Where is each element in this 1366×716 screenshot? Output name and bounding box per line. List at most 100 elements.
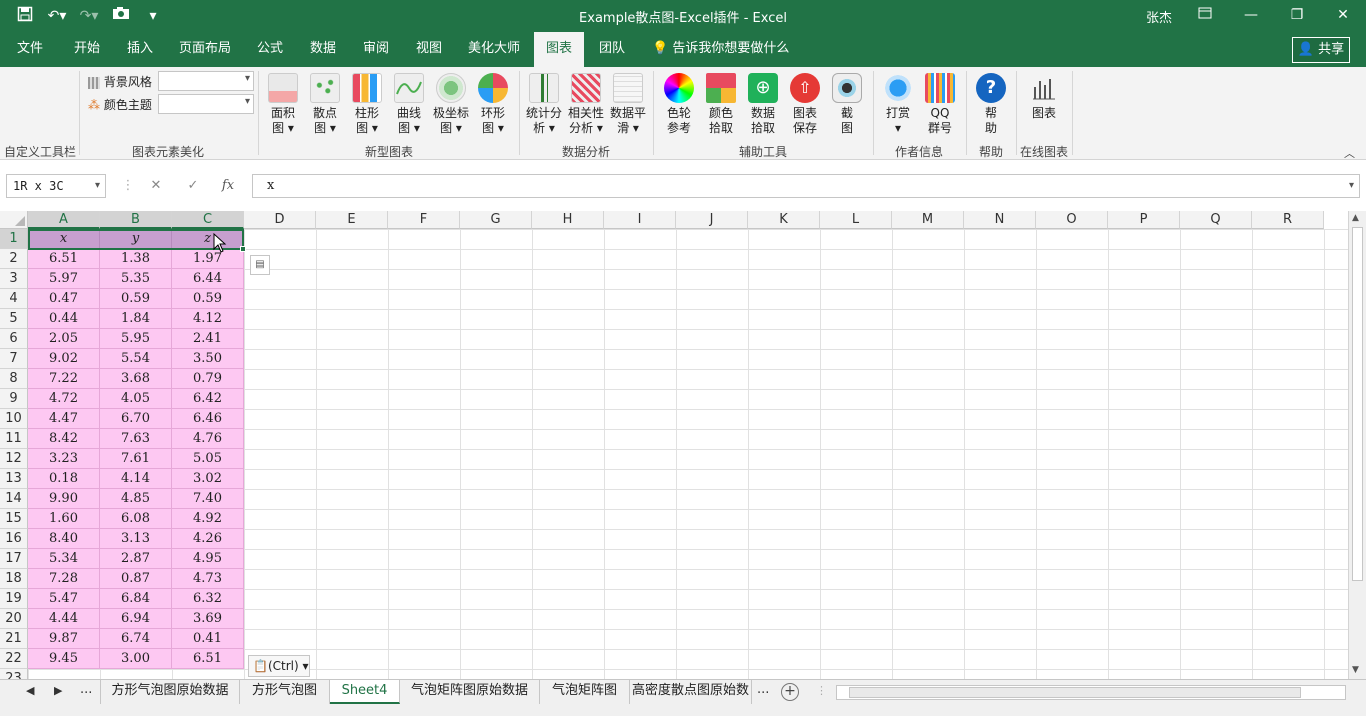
row-header-11[interactable]: 11 [0, 429, 28, 449]
table-cell[interactable]: 9.90 [28, 489, 100, 509]
column-header-o[interactable]: O [1036, 211, 1108, 229]
row-header-22[interactable]: 22 [0, 649, 28, 669]
row-header-5[interactable]: 5 [0, 309, 28, 329]
row-header-15[interactable]: 15 [0, 509, 28, 529]
screenshot-button[interactable]: 截 图 [828, 73, 866, 136]
tell-me-search[interactable]: 💡 告诉我你想要做什么 [652, 32, 789, 67]
insert-function-icon[interactable]: fx [216, 174, 240, 198]
table-cell[interactable]: 4.26 [172, 529, 244, 549]
table-cell[interactable]: 9.02 [28, 349, 100, 369]
table-cell[interactable]: 6.84 [100, 589, 172, 609]
color-theme-dropdown[interactable] [158, 94, 254, 114]
table-cell[interactable]: 7.63 [100, 429, 172, 449]
sheet-tab-active[interactable]: Sheet4 [330, 680, 400, 704]
table-cell[interactable]: 7.61 [100, 449, 172, 469]
color-picker-button[interactable]: 颜色 拾取 [702, 73, 740, 136]
table-cell[interactable]: 8.40 [28, 529, 100, 549]
column-header-k[interactable]: K [748, 211, 820, 229]
row-header-21[interactable]: 21 [0, 629, 28, 649]
tab-home[interactable]: 开始 [64, 32, 110, 67]
row-header-12[interactable]: 12 [0, 449, 28, 469]
tab-data[interactable]: 数据 [300, 32, 346, 67]
table-cell[interactable]: 3.02 [172, 469, 244, 489]
table-cell[interactable]: 0.44 [28, 309, 100, 329]
row-header-16[interactable]: 16 [0, 529, 28, 549]
column-header-m[interactable]: M [892, 211, 964, 229]
tab-team[interactable]: 团队 [589, 32, 635, 67]
table-cell[interactable]: 0.59 [100, 289, 172, 309]
table-cell[interactable]: 4.85 [100, 489, 172, 509]
table-cell[interactable]: 2.05 [28, 329, 100, 349]
vertical-scroll-thumb[interactable] [1352, 227, 1363, 581]
table-cell[interactable]: 6.46 [172, 409, 244, 429]
restore-icon[interactable]: ❐ [1274, 0, 1320, 32]
minimize-icon[interactable]: — [1228, 0, 1274, 32]
table-cell[interactable]: 9.87 [28, 629, 100, 649]
table-cell[interactable]: 0.41 [172, 629, 244, 649]
column-header-p[interactable]: P [1108, 211, 1180, 229]
column-header-d[interactable]: D [244, 211, 316, 229]
table-cell[interactable]: 1.38 [100, 249, 172, 269]
table-cell[interactable]: 4.72 [28, 389, 100, 409]
table-cell[interactable]: 8.42 [28, 429, 100, 449]
column-header-f[interactable]: F [388, 211, 460, 229]
table-cell[interactable]: 4.92 [172, 509, 244, 529]
table-cell[interactable]: 1.84 [100, 309, 172, 329]
row-header-1[interactable]: 1 [0, 229, 28, 249]
fill-handle[interactable] [240, 246, 246, 252]
table-cell[interactable]: 6.74 [100, 629, 172, 649]
column-header-e[interactable]: E [316, 211, 388, 229]
row-header-17[interactable]: 17 [0, 549, 28, 569]
table-cell[interactable]: 6.08 [100, 509, 172, 529]
row-header-2[interactable]: 2 [0, 249, 28, 269]
scatter-chart-button[interactable]: 散点 图 ▾ [306, 73, 344, 136]
table-cell[interactable]: 5.35 [100, 269, 172, 289]
table-cell[interactable]: 5.95 [100, 329, 172, 349]
table-cell[interactable]: 0.18 [28, 469, 100, 489]
collapse-ribbon-icon[interactable]: ︿ [1344, 145, 1355, 161]
column-header-a[interactable]: A [28, 211, 100, 229]
tab-insert[interactable]: 插入 [117, 32, 163, 67]
smoothing-button[interactable]: 数据平 滑 ▾ [608, 73, 648, 136]
tab-split-icon[interactable]: ⋮ [816, 684, 827, 697]
table-cell[interactable]: 3.69 [172, 609, 244, 629]
row-header-8[interactable]: 8 [0, 369, 28, 389]
scroll-up-icon[interactable]: ▲ [1352, 213, 1359, 223]
quick-analysis-icon[interactable]: ▤ [250, 255, 270, 275]
donate-button[interactable]: 打赏 ▾ [879, 73, 917, 136]
sheet-tab[interactable]: 方形气泡图原始数据 [100, 680, 240, 704]
tab-beautify-master[interactable]: 美化大师 [459, 32, 529, 67]
sheet-tab[interactable]: 气泡矩阵图原始数据 [400, 680, 540, 704]
table-cell[interactable]: 6.70 [100, 409, 172, 429]
row-header-18[interactable]: 18 [0, 569, 28, 589]
curve-chart-button[interactable]: 曲线 图 ▾ [390, 73, 428, 136]
table-cell[interactable]: 5.47 [28, 589, 100, 609]
sheet-tab[interactable]: 高密度散点图原始数 [630, 680, 752, 704]
correlation-button[interactable]: 相关性 分析 ▾ [566, 73, 606, 136]
row-header-4[interactable]: 4 [0, 289, 28, 309]
table-cell[interactable]: 4.47 [28, 409, 100, 429]
horizontal-scroll-thumb[interactable] [849, 687, 1301, 698]
bg-style-dropdown[interactable] [158, 71, 254, 91]
sheet-more-right[interactable]: ... [757, 682, 769, 697]
table-cell[interactable]: 4.05 [100, 389, 172, 409]
name-box[interactable]: 1R x 3C [6, 174, 106, 198]
sheet-prev-icon[interactable]: ◀ [26, 684, 34, 697]
column-header-q[interactable]: Q [1180, 211, 1252, 229]
table-cell[interactable]: 2.41 [172, 329, 244, 349]
table-cell[interactable]: 3.13 [100, 529, 172, 549]
online-chart-button[interactable]: 图表 [1025, 73, 1063, 121]
table-cell[interactable]: 5.54 [100, 349, 172, 369]
table-cell[interactable]: 6.94 [100, 609, 172, 629]
formula-input[interactable]: x [252, 174, 1360, 198]
tab-formulas[interactable]: 公式 [247, 32, 293, 67]
column-header-h[interactable]: H [532, 211, 604, 229]
table-cell[interactable]: 4.95 [172, 549, 244, 569]
qq-group-button[interactable]: QQ 群号 [921, 73, 959, 136]
table-cell[interactable]: 0.47 [28, 289, 100, 309]
row-header-6[interactable]: 6 [0, 329, 28, 349]
polar-chart-button[interactable]: 极坐标 图 ▾ [432, 73, 470, 136]
color-wheel-button[interactable]: 色轮 参考 [660, 73, 698, 136]
scroll-down-icon[interactable]: ▼ [1352, 665, 1359, 675]
select-all-corner[interactable] [0, 211, 28, 229]
